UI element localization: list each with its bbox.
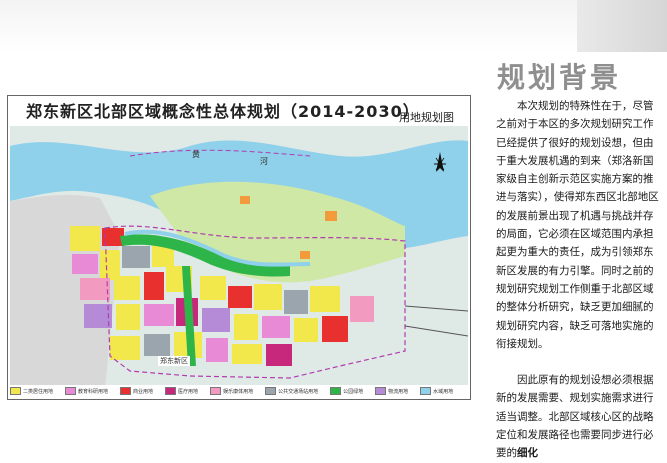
legend-item: 二类居住用地 bbox=[10, 387, 53, 395]
legend-label: 二类居住用地 bbox=[23, 388, 54, 395]
map-title: 郑东新区北部区域概念性总体规划（2014-2030） bbox=[26, 102, 420, 121]
legend-label: 公共交通场站用地 bbox=[278, 388, 319, 395]
paragraph-2-bold: 细化 bbox=[517, 447, 538, 460]
floodplain-site bbox=[300, 251, 310, 259]
legend-item: 医疗用地 bbox=[165, 387, 198, 395]
legend-swatch bbox=[265, 387, 277, 395]
legend-item: 教育科研用地 bbox=[65, 387, 108, 395]
map-image: 黄 河 郑东新区 bbox=[10, 126, 468, 388]
legend-swatch bbox=[420, 387, 432, 395]
legend-swatch bbox=[10, 387, 21, 395]
legend-swatch bbox=[165, 387, 177, 395]
land-use-map: 郑东新区北部区域概念性总体规划（2014-2030） 用地规划图 黄 河 郑东新… bbox=[7, 95, 471, 400]
legend-label: 商业用地 bbox=[133, 388, 154, 395]
river-label-2: 河 bbox=[260, 157, 268, 166]
legend-swatch bbox=[210, 387, 222, 395]
legend-item: 公共交通场站用地 bbox=[265, 387, 318, 395]
floodplain-site bbox=[325, 211, 337, 221]
map-subtitle: 用地规划图 bbox=[399, 111, 454, 124]
paragraph-2: 因此原有的规划设想必须根据新的发展需要、规划实施需求进行适当调整。北部区域核心区… bbox=[496, 371, 662, 462]
slide-title: 规划背景 bbox=[497, 61, 622, 94]
map-drawing bbox=[10, 126, 468, 388]
legend-item: 商业用地 bbox=[120, 387, 153, 395]
paragraph-1: 本次规划的特殊性在于，尽管之前对于本区的多次规划研究工作已经提供了很好的规划设想… bbox=[496, 100, 659, 350]
legend-swatch bbox=[65, 387, 77, 395]
legend-item: 水域用地 bbox=[420, 387, 453, 395]
map-legend: 二类居住用地 教育科研用地 商业用地 医疗用地 娱乐康体用地 公共交通场站用地 公园绿地 物流… bbox=[10, 385, 468, 397]
legend-item: 物流用地 bbox=[375, 387, 408, 395]
district-label: 郑东新区 bbox=[158, 356, 190, 366]
legend-item: 娱乐康体用地 bbox=[210, 387, 253, 395]
top-banner-accent bbox=[577, 0, 667, 52]
legend-label: 娱乐康体用地 bbox=[223, 388, 254, 395]
legend-label: 物流用地 bbox=[388, 388, 409, 395]
legend-label: 公园绿地 bbox=[343, 388, 364, 395]
floodplain-site bbox=[240, 196, 250, 204]
legend-item: 公园绿地 bbox=[330, 387, 363, 395]
legend-label: 水域用地 bbox=[433, 388, 454, 395]
legend-swatch bbox=[375, 387, 387, 395]
legend-swatch bbox=[330, 387, 342, 395]
body-text: 本次规划的特殊性在于，尽管之前对于本区的多次规划研究工作已经提供了很好的规划设想… bbox=[496, 97, 662, 463]
legend-swatch bbox=[120, 387, 132, 395]
legend-label: 医疗用地 bbox=[178, 388, 199, 395]
legend-label: 教育科研用地 bbox=[78, 388, 109, 395]
top-banner bbox=[0, 0, 667, 52]
river-label-1: 黄 bbox=[192, 150, 200, 159]
